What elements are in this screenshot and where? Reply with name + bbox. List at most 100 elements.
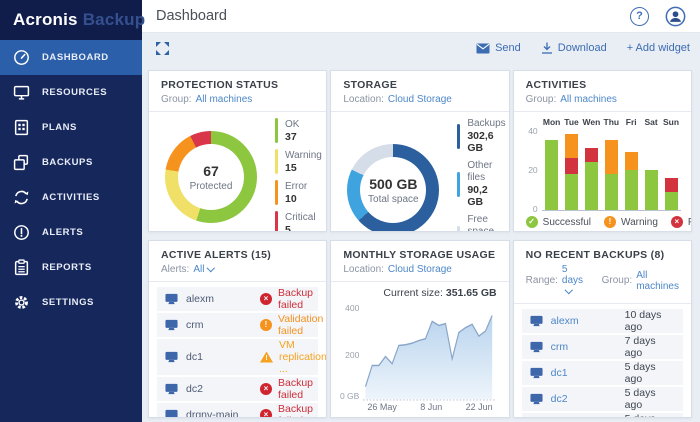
alert-row[interactable]: alexm ×Backup failed — [157, 287, 318, 311]
machine-icon — [165, 293, 178, 305]
backup-row[interactable]: dc15 days ago — [522, 361, 683, 385]
storage-title: STORAGE — [343, 79, 496, 91]
plans-icon — [13, 119, 30, 136]
bar-column-mon — [542, 140, 562, 210]
legend-value: 5 — [285, 224, 316, 233]
protection-legend-item: Warning15 — [275, 149, 322, 174]
legend-text: Other files90,2 GB — [467, 160, 505, 208]
bar-column-sat — [641, 170, 661, 210]
current-size-value: 351.65 GB — [446, 287, 497, 299]
successful-segment — [565, 174, 578, 210]
stacked-bar — [605, 140, 618, 210]
protection-filter-value[interactable]: All machines — [196, 94, 253, 105]
machine-name[interactable]: dc1 — [551, 367, 617, 379]
successful-segment — [545, 140, 558, 210]
sidebar-item-reports[interactable]: REPORTS — [0, 250, 142, 285]
download-label: Download — [558, 42, 607, 54]
alert-text: VM replication ... — [279, 339, 327, 375]
sidebar-item-backups[interactable]: BACKUPS — [0, 145, 142, 180]
storage-filter-value[interactable]: Cloud Storage — [388, 94, 452, 105]
machine-name[interactable]: dc2 — [551, 393, 617, 405]
alerts-filter-dropdown[interactable]: All — [193, 264, 214, 275]
sidebar-item-resources[interactable]: RESOURCES — [0, 75, 142, 110]
protection-legend: OK37Warning15Error10Critical5 — [267, 118, 322, 232]
y-tick-0: 0 — [533, 204, 538, 214]
backup-row[interactable]: alexm10 days ago — [522, 309, 683, 333]
alert-text: Validation failed — [278, 313, 323, 337]
monthly-filter-value[interactable]: Cloud Storage — [388, 264, 452, 275]
legend-color-bar — [457, 124, 460, 149]
legend-text: Warning15 — [285, 150, 322, 174]
download-icon — [541, 42, 553, 54]
backup-row[interactable]: drgnv-main5 days ago — [522, 413, 683, 418]
x-tick-8jun: 8 Jun — [420, 402, 442, 414]
y-tick-200: 200 — [345, 350, 359, 360]
storage-donut-chart: 500 GB Total space — [347, 144, 439, 232]
last-backup-time: 7 days ago — [625, 335, 675, 359]
no-recent-header: NO RECENT BACKUPS (8) Range: 5 days Grou… — [514, 241, 691, 304]
alert-row[interactable]: drgnv-main×Backup failed — [157, 403, 318, 418]
expand-icon[interactable] — [156, 42, 169, 55]
download-button[interactable]: Download — [541, 42, 607, 54]
add-widget-label: + Add widget — [627, 42, 690, 54]
send-button[interactable]: Send — [476, 42, 521, 54]
legend-color-bar — [275, 149, 278, 174]
machine-name[interactable]: dc2 — [186, 383, 252, 395]
widget-activities: ACTIVITIES Group: All machines MonTueWen… — [513, 70, 692, 232]
machine-name[interactable]: crm — [551, 341, 617, 353]
alert-status: !Validation failed — [260, 313, 323, 337]
backup-row[interactable]: crm 7 days ago — [522, 335, 683, 359]
resources-icon — [13, 84, 30, 101]
account-icon[interactable] — [665, 6, 686, 27]
add-widget-button[interactable]: + Add widget — [627, 42, 690, 54]
acronis-logo: Acronis Backup — [0, 0, 142, 40]
sidebar-item-label: REPORTS — [42, 262, 92, 273]
sidebar-item-label: PLANS — [42, 122, 77, 133]
x-tick-22jun: 22 Jun — [466, 402, 493, 414]
warning-segment — [625, 152, 638, 170]
legend-color-bar — [275, 118, 278, 143]
legend-text: Backups302,6 GB — [467, 118, 505, 154]
alert-row[interactable]: dc1!VM replication ... — [157, 339, 318, 375]
failed-icon: × — [260, 293, 272, 305]
legend-color-bar — [457, 226, 460, 233]
sidebar-item-alerts[interactable]: ALERTS — [0, 215, 142, 250]
legend-value: 90,2 GB — [467, 184, 505, 208]
bar-column-fri — [621, 152, 641, 210]
protection-title: PROTECTION STATUS — [161, 79, 314, 91]
current-size: Current size: 351.65 GB — [337, 284, 496, 301]
sidebar-item-dashboard[interactable]: DASHBOARD — [0, 40, 142, 75]
legend-label: Backups — [467, 118, 505, 130]
sidebar-item-activities[interactable]: ACTIVITIES — [0, 180, 142, 215]
help-icon[interactable]: ? — [630, 7, 649, 26]
page-header: Dashboard ? — [142, 0, 700, 33]
sidebar-item-settings[interactable]: SETTINGS — [0, 285, 142, 320]
backup-row[interactable]: dc2 5 days ago — [522, 387, 683, 411]
machine-name[interactable]: alexm — [186, 293, 252, 305]
machine-name[interactable]: crm — [186, 319, 252, 331]
legend-color-bar — [275, 211, 278, 232]
machine-name[interactable]: dc1 — [186, 351, 252, 363]
protection-donut-center: 67 Protected — [165, 131, 257, 223]
activities-filter-value[interactable]: All machines — [560, 94, 617, 105]
alert-row[interactable]: dc2×Backup failed — [157, 377, 318, 401]
alert-row[interactable]: crm!Validation failed — [157, 313, 318, 337]
sidebar-item-plans[interactable]: PLANS — [0, 110, 142, 145]
legend-label: Successful — [543, 217, 591, 228]
last-backup-time: 5 days ago — [625, 387, 675, 411]
sidebar-item-label: DASHBOARD — [42, 52, 109, 63]
protection-legend-item: OK37 — [275, 118, 322, 143]
active-alerts-header: ACTIVE ALERTS (15) Alerts: All — [149, 241, 326, 282]
machine-name[interactable]: drgnv-main — [186, 409, 252, 418]
warning-triangle-icon: ! — [260, 352, 273, 363]
alert-text: Backup failed — [278, 377, 313, 401]
activities-day-labels: MonTueWenThuFriSatSun — [542, 117, 681, 127]
range-dropdown[interactable]: 5 days — [562, 264, 588, 297]
successful-segment — [605, 174, 618, 210]
legend-value: 15 — [285, 162, 322, 174]
protection-legend-item: Error10 — [275, 180, 322, 205]
alert-status: ×Backup failed — [260, 287, 313, 311]
machine-name[interactable]: alexm — [551, 315, 617, 327]
page-title: Dashboard — [156, 8, 630, 24]
group-value[interactable]: All machines — [636, 270, 679, 292]
